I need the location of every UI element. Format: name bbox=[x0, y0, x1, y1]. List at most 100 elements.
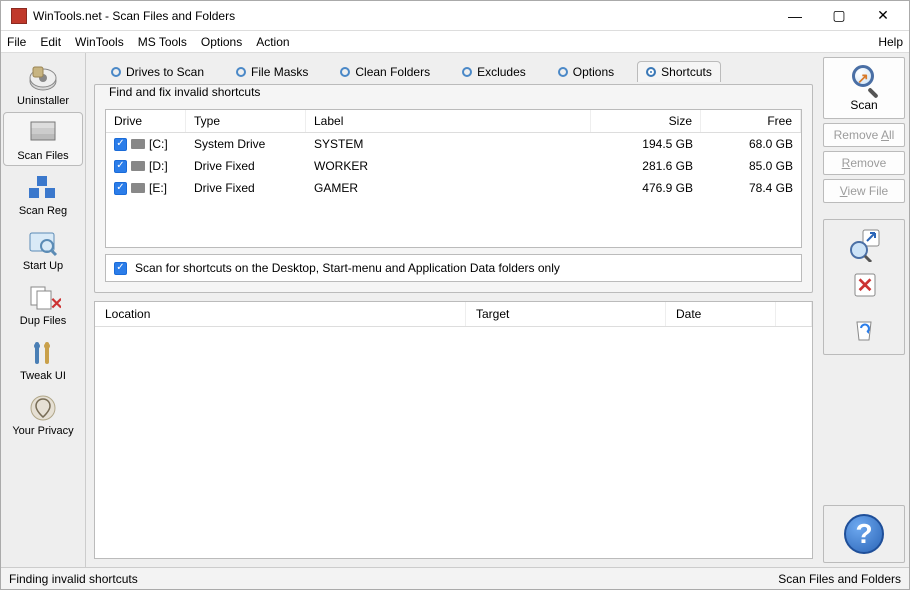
tool-icons: ✕ bbox=[823, 219, 905, 355]
tab-drives-to-scan[interactable]: Drives to Scan bbox=[102, 61, 213, 82]
menu-bar: File Edit WinTools MS Tools Options Acti… bbox=[1, 31, 909, 53]
help-icon: ? bbox=[844, 514, 884, 554]
drive-label: GAMER bbox=[306, 179, 591, 197]
menu-wintools[interactable]: WinTools bbox=[75, 35, 124, 49]
delete-shortcut-icon-button[interactable]: ✕ bbox=[843, 266, 885, 308]
sidebar-item-your-privacy[interactable]: Your Privacy bbox=[3, 387, 83, 441]
menu-file[interactable]: File bbox=[7, 35, 26, 49]
checkbox-icon[interactable]: ✓ bbox=[114, 160, 127, 173]
menu-action[interactable]: Action bbox=[256, 35, 289, 49]
tab-label: File Masks bbox=[251, 65, 308, 79]
privacy-icon bbox=[25, 393, 61, 423]
scan-button[interactable]: ↗ Scan bbox=[823, 57, 905, 119]
results-table: Location Target Date bbox=[94, 301, 813, 559]
menu-help[interactable]: Help bbox=[878, 35, 903, 49]
drive-label: SYSTEM bbox=[306, 135, 591, 153]
magnifier-icon: ↗ bbox=[849, 65, 879, 95]
drive-type: Drive Fixed bbox=[186, 179, 306, 197]
drive-size: 281.6 GB bbox=[591, 157, 701, 175]
drive-letter: [D:] bbox=[149, 159, 168, 173]
drive-size: 476.9 GB bbox=[591, 179, 701, 197]
shortcuts-group: Find and fix invalid shortcuts Drive Typ… bbox=[94, 84, 813, 293]
sidebar-item-label: Start Up bbox=[6, 260, 80, 272]
header-size[interactable]: Size bbox=[591, 110, 701, 132]
drive-free: 78.4 GB bbox=[701, 179, 801, 197]
remove-all-button[interactable]: Remove All bbox=[823, 123, 905, 147]
sidebar-item-label: Scan Reg bbox=[6, 205, 80, 217]
tab-shortcuts[interactable]: Shortcuts bbox=[637, 61, 721, 82]
drive-free: 85.0 GB bbox=[701, 157, 801, 175]
window-title: WinTools.net - Scan Files and Folders bbox=[33, 9, 773, 23]
drive-icon bbox=[131, 161, 145, 171]
action-panel: ↗ Scan Remove All Remove View File ✕ ? bbox=[819, 53, 909, 567]
status-right: Scan Files and Folders bbox=[778, 572, 901, 586]
sidebar-item-tweak-ui[interactable]: Tweak UI bbox=[3, 332, 83, 386]
drive-icon bbox=[131, 183, 145, 193]
checkbox-icon[interactable]: ✓ bbox=[114, 182, 127, 195]
sidebar-item-uninstaller[interactable]: Uninstaller bbox=[3, 57, 83, 111]
tab-bar: Drives to Scan File Masks Clean Folders … bbox=[94, 57, 813, 82]
drive-icon bbox=[131, 139, 145, 149]
status-bar: Finding invalid shortcuts Scan Files and… bbox=[1, 567, 909, 589]
checkbox-icon[interactable]: ✓ bbox=[114, 138, 127, 151]
find-shortcut-icon-button[interactable] bbox=[843, 224, 885, 266]
table-row[interactable]: ✓[C:]System DriveSYSTEM194.5 GB68.0 GB bbox=[106, 133, 801, 155]
sidebar-item-scan-files[interactable]: Scan Files bbox=[3, 112, 83, 166]
remove-button[interactable]: Remove bbox=[823, 151, 905, 175]
sidebar-item-start-up[interactable]: Start Up bbox=[3, 222, 83, 276]
drive-label: WORKER bbox=[306, 157, 591, 175]
title-bar: WinTools.net - Scan Files and Folders — … bbox=[1, 1, 909, 31]
header-drive[interactable]: Drive bbox=[106, 110, 186, 132]
help-button[interactable]: ? bbox=[823, 505, 905, 563]
menu-mstools[interactable]: MS Tools bbox=[138, 35, 187, 49]
svg-text:✕: ✕ bbox=[50, 296, 61, 313]
drive-letter: [E:] bbox=[149, 181, 167, 195]
uninstaller-icon bbox=[25, 63, 61, 93]
tab-file-masks[interactable]: File Masks bbox=[227, 61, 317, 82]
group-title: Find and fix invalid shortcuts bbox=[105, 85, 264, 99]
close-button[interactable]: ✕ bbox=[861, 1, 905, 31]
sidebar-item-label: Your Privacy bbox=[6, 425, 80, 437]
tab-label: Options bbox=[573, 65, 614, 79]
minimize-button[interactable]: — bbox=[773, 1, 817, 31]
tab-label: Drives to Scan bbox=[126, 65, 204, 79]
header-label[interactable]: Label bbox=[306, 110, 591, 132]
scan-desktop-only-option[interactable]: ✓ Scan for shortcuts on the Desktop, Sta… bbox=[105, 254, 802, 282]
tab-excludes[interactable]: Excludes bbox=[453, 61, 535, 82]
tab-label: Clean Folders bbox=[355, 65, 430, 79]
drive-table: Drive Type Label Size Free ✓[C:]System D… bbox=[105, 109, 802, 248]
tweak-ui-icon bbox=[25, 338, 61, 368]
svg-text:✕: ✕ bbox=[857, 275, 874, 297]
drive-type: Drive Fixed bbox=[186, 157, 306, 175]
checkbox-icon: ✓ bbox=[114, 262, 127, 275]
sidebar-item-scan-reg[interactable]: Scan Reg bbox=[3, 167, 83, 221]
scan-button-label: Scan bbox=[850, 98, 877, 112]
status-left: Finding invalid shortcuts bbox=[9, 572, 138, 586]
table-row[interactable]: ✓ [D:] Drive FixedWORKER281.6 GB85.0 GB bbox=[106, 155, 801, 177]
header-type[interactable]: Type bbox=[186, 110, 306, 132]
recycle-icon-button[interactable] bbox=[843, 308, 885, 350]
scan-option-label: Scan for shortcuts on the Desktop, Start… bbox=[135, 261, 560, 275]
table-row[interactable]: ✓ [E:] Drive FixedGAMER476.9 GB78.4 GB bbox=[106, 177, 801, 199]
sidebar-item-label: Uninstaller bbox=[6, 95, 80, 107]
header-extra[interactable] bbox=[776, 302, 812, 326]
header-location[interactable]: Location bbox=[95, 302, 466, 326]
header-free[interactable]: Free bbox=[701, 110, 801, 132]
tab-label: Excludes bbox=[477, 65, 526, 79]
tab-clean-folders[interactable]: Clean Folders bbox=[331, 61, 439, 82]
sidebar: Uninstaller Scan Files Scan Reg Start Up… bbox=[1, 53, 86, 567]
sidebar-item-label: Tweak UI bbox=[6, 370, 80, 382]
drive-type: System Drive bbox=[186, 135, 306, 153]
sidebar-item-label: Dup Files bbox=[6, 315, 80, 327]
tab-options[interactable]: Options bbox=[549, 61, 623, 82]
menu-edit[interactable]: Edit bbox=[40, 35, 61, 49]
sidebar-item-dup-files[interactable]: ✕ Dup Files bbox=[3, 277, 83, 331]
view-file-button[interactable]: View File bbox=[823, 179, 905, 203]
menu-options[interactable]: Options bbox=[201, 35, 242, 49]
header-date[interactable]: Date bbox=[666, 302, 776, 326]
maximize-button[interactable]: ▢ bbox=[817, 1, 861, 31]
scan-files-icon bbox=[25, 118, 61, 148]
header-target[interactable]: Target bbox=[466, 302, 666, 326]
scan-reg-icon bbox=[25, 173, 61, 203]
app-icon bbox=[11, 8, 27, 24]
